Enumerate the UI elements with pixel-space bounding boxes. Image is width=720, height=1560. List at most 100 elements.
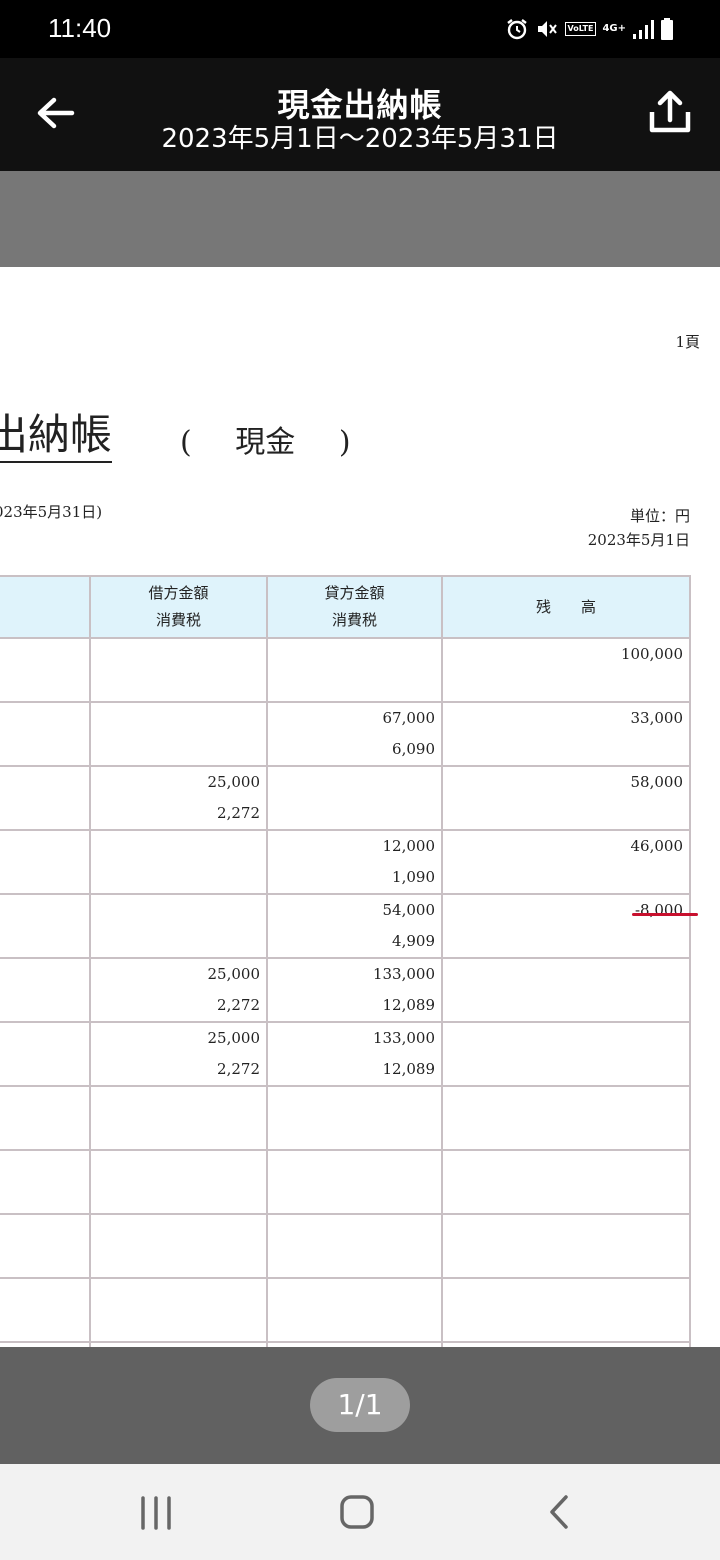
- period-label: 023年5月31日): [0, 503, 103, 521]
- app-header: 現金出納帳 2023年5月1日〜2023年5月31日: [0, 58, 720, 171]
- page-subtitle: 2023年5月1日〜2023年5月31日: [161, 124, 559, 154]
- summary-cell: [0, 701, 91, 767]
- debit-value: [91, 1151, 266, 1182]
- credit-cell: [266, 1149, 443, 1215]
- credit-tax-value: 1,090: [392, 868, 435, 886]
- summary-cell: [0, 765, 91, 831]
- nav-back-button[interactable]: [530, 1484, 590, 1540]
- balance-cell: 46,000: [441, 829, 691, 895]
- table-row: [0, 1213, 691, 1279]
- debit-tax-value: [91, 926, 266, 957]
- account-name: 現金: [235, 425, 296, 460]
- credit-cell: [266, 1277, 443, 1343]
- viewer-top-band: [0, 171, 720, 267]
- summary-cell: [0, 893, 91, 959]
- credit-tax-value: [268, 798, 441, 829]
- account-close-paren: ): [338, 425, 351, 460]
- debit-tax-value: 2,272: [217, 1060, 260, 1078]
- credit-value: 12,000: [382, 837, 436, 855]
- debit-value: [91, 703, 266, 734]
- credit-cell: [266, 637, 443, 703]
- credit-cell: 133,000 12,089: [266, 957, 443, 1023]
- table-row: [0, 1277, 691, 1343]
- credit-value: [268, 1151, 441, 1182]
- volte-icon: VoLTE: [564, 22, 597, 36]
- balance-cell: 100,000: [441, 637, 691, 703]
- viewer-bottom-bar: 1/1: [0, 1347, 720, 1464]
- balance-value: 100,000: [620, 645, 683, 663]
- balance-cell: 33,000: [441, 701, 691, 767]
- credit-cell: 133,000 12,089: [266, 1021, 443, 1087]
- column-header-credit: 貸方金額 消費税: [266, 575, 443, 639]
- ledger-title: 出納帳: [0, 411, 113, 463]
- credit-tax-value: [268, 1118, 441, 1149]
- credit-tax-label: 消費税: [331, 611, 377, 629]
- credit-value: [268, 767, 441, 798]
- date-label: 2023年5月1日: [587, 531, 690, 549]
- summary-cell: [0, 1021, 91, 1087]
- credit-tax-value: 12,089: [382, 1060, 436, 1078]
- battery-icon: [661, 18, 673, 40]
- credit-value: 67,000: [382, 709, 436, 727]
- table-row: 12,000 1,090 46,000: [0, 829, 691, 895]
- credit-cell: 67,000 6,090: [266, 701, 443, 767]
- credit-tax-value: [268, 1310, 441, 1341]
- credit-tax-value: [268, 1246, 441, 1277]
- debit-tax-value: [91, 1118, 266, 1149]
- account-label: ( 現金 ): [180, 417, 351, 461]
- debit-value: [91, 831, 266, 862]
- balance-value: [443, 959, 689, 990]
- document-page[interactable]: 1頁 出納帳 ( 現金 ) 023年5月31日) 単位：円 2023年5月1日 …: [0, 267, 720, 1347]
- debit-cell: [89, 1085, 268, 1151]
- balance-value: [443, 1215, 689, 1246]
- recents-icon: [141, 1496, 171, 1530]
- status-icons: VoLTE 4G+: [505, 16, 675, 42]
- summary-cell: [0, 1277, 91, 1343]
- credit-value: 54,000: [382, 901, 436, 919]
- credit-value: [268, 1279, 441, 1310]
- debit-cell: 25,000 2,272: [89, 957, 268, 1023]
- balance-value: [443, 1023, 689, 1054]
- table-header-row: 借方金額 消費税 貸方金額 消費税 残 高: [0, 575, 691, 639]
- debit-cell: [89, 829, 268, 895]
- credit-tax-value: 12,089: [382, 996, 436, 1014]
- status-bar: 11:40 VoLTE 4G+: [0, 0, 720, 58]
- debit-tax-value: [91, 734, 266, 765]
- debit-value: 25,000: [207, 1029, 261, 1047]
- mute-icon: [537, 21, 557, 37]
- credit-tax-value: 4,909: [392, 932, 435, 950]
- 4g-icon: 4G+: [602, 23, 626, 34]
- home-button[interactable]: [327, 1484, 387, 1540]
- debit-cell: [89, 637, 268, 703]
- table-row: 25,000 2,272 133,000 12,089: [0, 957, 691, 1023]
- credit-cell: [266, 1085, 443, 1151]
- balance-label: 残 高: [535, 597, 596, 616]
- balance-cell: 58,000: [441, 765, 691, 831]
- credit-value: 133,000: [372, 965, 435, 983]
- table-row: 54,000 4,909 -8,000: [0, 893, 691, 959]
- negative-balance-underline: [632, 913, 698, 916]
- balance-value: 46,000: [630, 837, 684, 855]
- summary-cell: [0, 829, 91, 895]
- balance-value: [443, 1087, 689, 1118]
- debit-value: [91, 1279, 266, 1310]
- unit-label: 単位：円: [629, 507, 690, 525]
- column-header-balance: 残 高: [441, 575, 691, 639]
- share-button[interactable]: [642, 84, 698, 140]
- debit-cell: [89, 1213, 268, 1279]
- debit-tax-value: [91, 1246, 266, 1277]
- balance-cell: [441, 1021, 691, 1087]
- debit-cell: [89, 701, 268, 767]
- credit-cell: 12,000 1,090: [266, 829, 443, 895]
- credit-tax-value: [268, 1182, 441, 1213]
- debit-value: [91, 639, 266, 670]
- credit-tax-value: [268, 670, 441, 701]
- table-row: 100,000: [0, 637, 691, 703]
- balance-value: -8,000: [634, 901, 683, 919]
- debit-value: 25,000: [207, 773, 261, 791]
- page-number: 1頁: [675, 333, 700, 351]
- recents-button[interactable]: [126, 1484, 186, 1540]
- navigation-bar: [0, 1464, 720, 1560]
- share-icon: [649, 90, 691, 133]
- debit-cell: 25,000 2,272: [89, 765, 268, 831]
